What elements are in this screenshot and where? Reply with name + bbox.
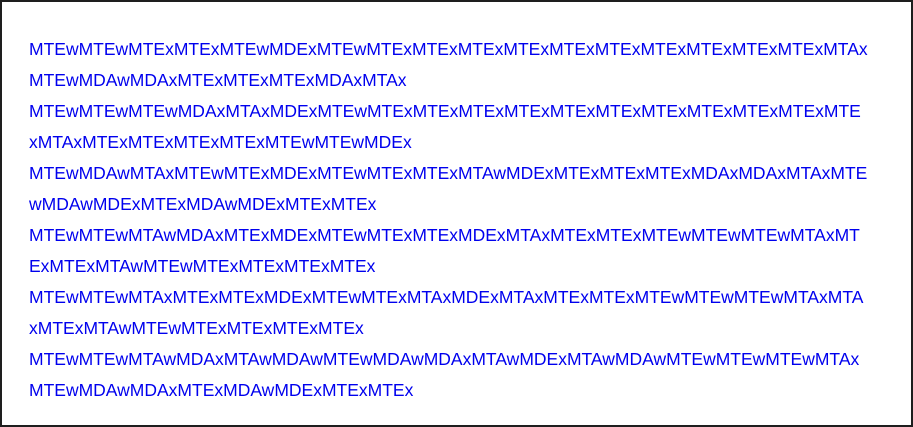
list-item-link-3[interactable]: MTEwMDAwMTAxMTEwMTExMDExMTEwMTExMTExMTAw…: [29, 158, 869, 220]
content-frame: MTEwMTEwMTExMTExMTEwMDExMTEwMTExMTExMTEx…: [0, 0, 913, 427]
list-item-link-2[interactable]: MTEwMTEwMTEwMDAxMTAxMDExMTEwMTExMTExMTEx…: [29, 96, 869, 158]
list-item-link-5[interactable]: MTEwMTEwMTAxMTExMTExMDExMTEwMTExMTAxMDEx…: [29, 282, 869, 344]
link-list: MTEwMTEwMTExMTExMTEwMDExMTEwMTExMTExMTEx…: [29, 34, 869, 406]
list-item-link-6[interactable]: MTEwMTEwMTAwMDAxMTAwMDAwMTEwMDAwMDAxMTAw…: [29, 344, 869, 406]
list-item-link-1[interactable]: MTEwMTEwMTExMTExMTEwMDExMTEwMTExMTExMTEx…: [29, 34, 869, 96]
list-item-link-4[interactable]: MTEwMTEwMTAwMDAxMTExMDExMTEwMTExMTExMDEx…: [29, 220, 869, 282]
